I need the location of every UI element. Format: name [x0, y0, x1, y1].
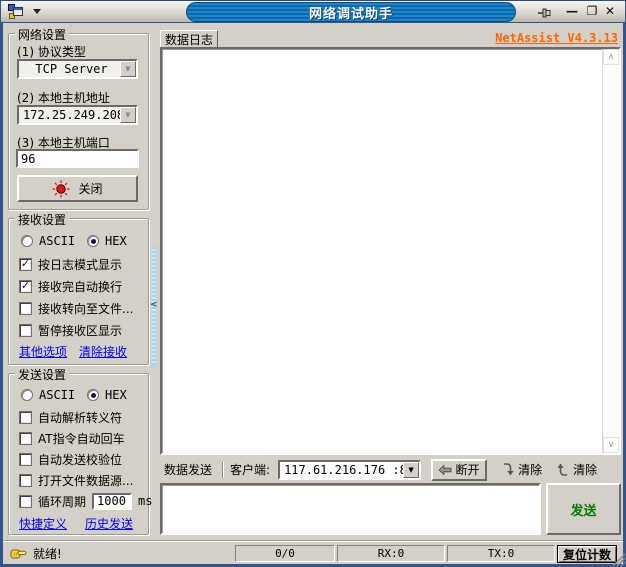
receive-hex-radio[interactable]: HEX [87, 233, 127, 249]
close-connection-button[interactable]: 关闭 [17, 175, 138, 202]
splitter-collapse-icon[interactable]: < [150, 300, 158, 310]
group-title: 接收设置 [15, 211, 69, 228]
receive-settings-group: 接收设置 ASCII HEX ✓ 按日志模式显示 ✓ 接收完自动换行 ✓ 接收转… [8, 218, 149, 365]
title-bar: 网络调试助手 — ❐ ✕ [1, 1, 625, 23]
protocol-value: TCP Server [19, 62, 120, 76]
panel-splitter[interactable]: < [150, 28, 158, 536]
send-settings-group: 发送设置 ASCII HEX ✓ 自动解析转义符 ✓ AT指令自动回车 ✓ 自动… [8, 373, 149, 535]
send-hex-radio[interactable]: HEX [87, 387, 127, 403]
separator [222, 462, 224, 478]
disconnect-button[interactable]: 断开 [431, 459, 487, 481]
group-title: 发送设置 [15, 366, 69, 383]
host-combobox[interactable]: 172.25.249.208 ▼ [17, 105, 138, 125]
send-label: 发送 [570, 500, 596, 519]
checkbox-icon: ✓ [19, 280, 32, 293]
option-auto-checksum[interactable]: ✓ 自动发送校验位 [19, 451, 122, 467]
group-title: 网络设置 [15, 26, 69, 43]
title-pill: 网络调试助手 [186, 2, 516, 22]
status-text: 就绪! [33, 545, 62, 562]
network-settings-group: 网络设置 (1) 协议类型 TCP Server ▼ (2) 本地主机地址 17… [8, 33, 149, 210]
radio-icon [87, 389, 99, 401]
log-scrollbar[interactable]: ∧ ∨ [602, 49, 619, 453]
clear-send-button[interactable]: 清除 [501, 461, 542, 478]
client-combobox[interactable]: 117.61.216.176 :8356 ▼ [278, 460, 421, 480]
checkbox-icon: ✓ [19, 495, 32, 508]
title-menu-arrow-icon[interactable] [33, 9, 41, 14]
radio-icon [87, 235, 99, 247]
led-red-icon [52, 180, 70, 198]
send-ascii-radio[interactable]: ASCII [21, 387, 75, 403]
tab-data-log[interactable]: 数据日志 [160, 30, 218, 48]
checkbox-icon: ✓ [19, 258, 32, 271]
client-label: 客户端: [230, 461, 270, 478]
protocol-combobox[interactable]: TCP Server ▼ [17, 59, 138, 79]
checkbox-icon: ✓ [19, 453, 32, 466]
curved-down-arrow-icon [501, 462, 515, 477]
log-textarea[interactable] [160, 47, 621, 455]
reset-count-button[interactable]: 复位计数 [557, 545, 617, 563]
combo-arrow-icon[interactable]: ▼ [403, 462, 419, 478]
count-panel: 0/0 [235, 545, 335, 562]
data-log-panel: ∧ ∨ [160, 47, 621, 455]
option-file-source[interactable]: ✓ 打开文件数据源... [19, 472, 133, 488]
receive-ascii-radio[interactable]: ASCII [21, 233, 75, 249]
send-message-textarea[interactable] [160, 483, 541, 535]
status-bar: 就绪! 0/0 RX:0 TX:0 复位计数 [3, 541, 623, 564]
option-auto-linefeed[interactable]: ✓ 接收完自动换行 [19, 278, 122, 294]
checkbox-icon: ✓ [19, 474, 32, 487]
close-connection-label: 关闭 [78, 180, 102, 197]
app-icon-part [14, 8, 22, 10]
checkbox-icon: ✓ [19, 324, 32, 337]
clear-receive-link[interactable]: 清除接收 [79, 343, 127, 360]
pin-icon[interactable] [537, 5, 553, 24]
history-send-link[interactable]: 历史发送 [85, 515, 133, 532]
window-title: 网络调试助手 [309, 3, 393, 22]
option-save-to-file[interactable]: ✓ 接收转向至文件... [19, 300, 133, 316]
combo-arrow-icon[interactable]: ▼ [120, 61, 136, 77]
radio-icon [21, 389, 33, 401]
checkbox-icon: ✓ [19, 302, 32, 315]
option-log-mode[interactable]: ✓ 按日志模式显示 [19, 256, 122, 272]
client-value: 117.61.216.176 :8356 [280, 463, 403, 477]
send-button[interactable]: 发送 [546, 483, 621, 535]
host-label: (2) 本地主机地址 [17, 89, 110, 106]
clear-label: 清除 [573, 461, 597, 478]
clear-receive-button[interactable]: 清除 [556, 461, 597, 478]
port-input[interactable] [16, 149, 139, 168]
pointing-hand-icon [10, 546, 27, 560]
option-cycle-send[interactable]: ✓ 循环周期 ms [19, 493, 152, 509]
version-link[interactable]: NetAssist V4.3.13 [495, 31, 618, 45]
curved-up-arrow-icon [556, 462, 570, 477]
option-parse-escape[interactable]: ✓ 自动解析转义符 [19, 409, 122, 425]
app-icon[interactable] [8, 4, 24, 20]
tx-panel: TX:0 [447, 545, 555, 562]
option-at-enter[interactable]: ✓ AT指令自动回车 [19, 430, 125, 446]
checkbox-icon: ✓ [19, 411, 32, 424]
combo-arrow-icon[interactable]: ▼ [120, 107, 136, 123]
scroll-down-icon[interactable]: ∨ [603, 437, 619, 453]
option-pause-display[interactable]: ✓ 暂停接收区显示 [19, 322, 122, 338]
protocol-label: (1) 协议类型 [17, 43, 86, 60]
send-toolbar: 数据发送 客户端: 117.61.216.176 :8356 ▼ 断开 清除 [160, 458, 622, 481]
other-options-link[interactable]: 其他选项 [19, 343, 67, 360]
radio-icon [21, 235, 33, 247]
maximize-button[interactable]: ❐ [583, 4, 601, 20]
checkbox-icon: ✓ [19, 432, 32, 445]
shortcut-define-link[interactable]: 快捷定义 [19, 515, 67, 532]
host-value: 172.25.249.208 [19, 108, 120, 122]
cycle-period-input[interactable] [92, 493, 132, 510]
tab-data-send[interactable]: 数据发送 [160, 461, 216, 478]
minimize-button[interactable]: — [563, 4, 581, 20]
app-window: 网络调试助手 — ❐ ✕ 网络设置 (1) 协议类型 TCP Server ▼ … [0, 0, 626, 567]
resize-grip[interactable] [612, 553, 626, 567]
disconnect-label: 断开 [456, 461, 480, 478]
rx-panel: RX:0 [337, 545, 445, 562]
scroll-up-icon[interactable]: ∧ [603, 49, 619, 65]
left-arrow-icon [439, 465, 452, 475]
close-button[interactable]: ✕ [601, 4, 619, 20]
clear-label: 清除 [518, 461, 542, 478]
